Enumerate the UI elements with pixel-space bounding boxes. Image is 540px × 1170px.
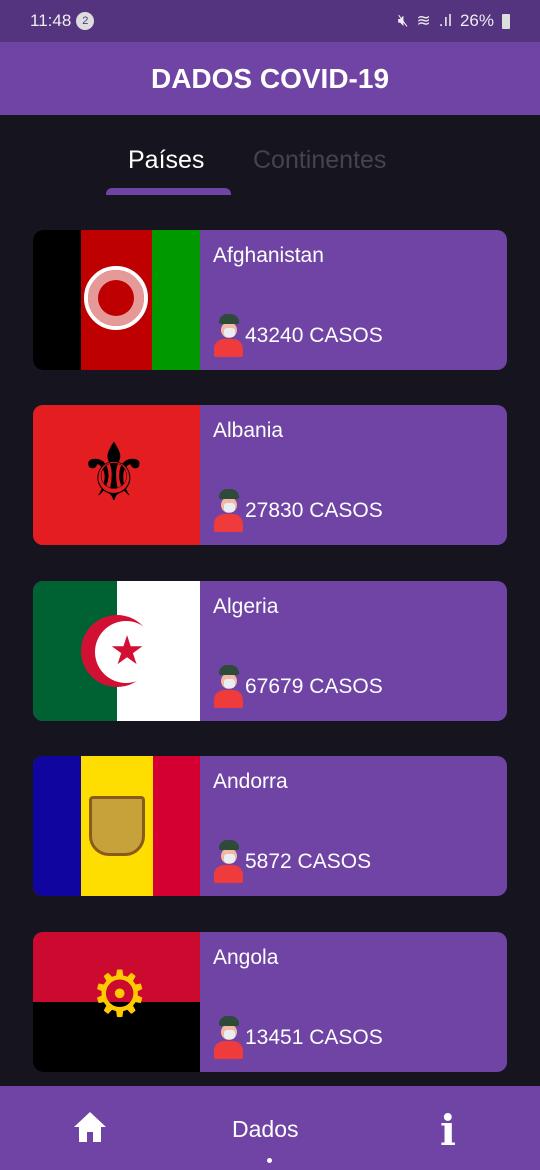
info-icon[interactable]: i	[440, 1106, 456, 1155]
tab-paises[interactable]: Países	[128, 146, 204, 175]
nav-dados[interactable]: Dados	[232, 1116, 298, 1143]
flag-angola: ⚙	[33, 932, 200, 1072]
app-bar: DADOS COVID-19	[0, 42, 540, 115]
tab-indicator	[106, 188, 231, 195]
case-count: 43240 CASOS	[245, 324, 383, 347]
case-count: 13451 CASOS	[245, 1026, 383, 1049]
case-count: 67679 CASOS	[245, 675, 383, 698]
clock: 11:48	[30, 11, 72, 30]
page-title: DADOS COVID-19	[150, 62, 390, 94]
country-card-afghanistan[interactable]: Afghanistan 43240 CASOS	[33, 230, 507, 370]
tab-bar: Países Continentes	[0, 140, 540, 195]
country-name: Albania	[213, 419, 284, 442]
notification-badge: 2	[76, 12, 95, 30]
masked-person-icon	[213, 314, 244, 358]
bottom-nav: Dados i	[0, 1086, 540, 1170]
mute-icon: 🔇︎	[397, 11, 409, 30]
country-name: Angola	[213, 946, 279, 969]
country-name: Afghanistan	[213, 244, 324, 267]
active-indicator-dot	[267, 1158, 272, 1163]
wifi-icon: ≋	[416, 11, 431, 30]
country-card-algeria[interactable]: ★ Algeria 67679 CASOS	[33, 581, 507, 721]
signal-icon: .ıl	[438, 11, 452, 30]
flag-algeria: ★	[33, 581, 200, 721]
tab-continentes[interactable]: Continentes	[253, 146, 386, 175]
home-icon[interactable]	[72, 1110, 108, 1144]
country-name: Andorra	[213, 770, 288, 793]
battery-level: 26%	[459, 11, 494, 30]
country-card-angola[interactable]: ⚙ Angola 13451 CASOS	[33, 932, 507, 1072]
masked-person-icon	[213, 665, 244, 709]
masked-person-icon	[213, 840, 244, 884]
masked-person-icon	[213, 1016, 244, 1060]
case-count: 27830 CASOS	[245, 499, 383, 522]
country-name: Algeria	[213, 595, 279, 618]
country-card-andorra[interactable]: Andorra 5872 CASOS	[33, 756, 507, 896]
country-card-albania[interactable]: ⚜ Albania 27830 CASOS	[33, 405, 507, 545]
flag-andorra	[33, 756, 200, 896]
flag-afghanistan	[33, 230, 200, 370]
masked-person-icon	[213, 489, 244, 533]
case-count: 5872 CASOS	[245, 850, 372, 873]
flag-albania: ⚜	[33, 405, 200, 545]
battery-icon	[502, 13, 510, 29]
status-bar: 11:48 2 🔇︎ ≋ .ıl 26%	[0, 0, 540, 42]
